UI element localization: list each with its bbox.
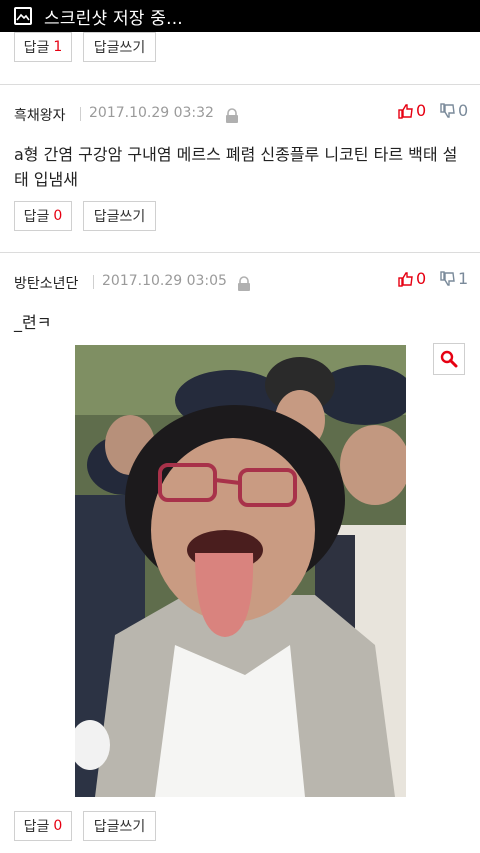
write-reply-label: 답글쓰기 bbox=[93, 40, 146, 56]
upvote-button[interactable]: 0 bbox=[398, 101, 426, 120]
reply-button[interactable]: 답글 0 bbox=[14, 811, 72, 841]
search-icon bbox=[440, 350, 458, 368]
upvote-count: 0 bbox=[416, 101, 427, 120]
comment-date: 2017.10.29 03:32 bbox=[89, 105, 214, 121]
divider bbox=[0, 84, 480, 85]
write-reply-label: 답글쓰기 bbox=[93, 819, 146, 835]
downvote-button[interactable]: 0 bbox=[440, 101, 468, 120]
separator bbox=[93, 275, 94, 289]
lock-icon[interactable] bbox=[237, 276, 251, 292]
status-bar: 스크린샷 저장 중... bbox=[0, 0, 480, 32]
write-reply-label: 답글쓰기 bbox=[93, 209, 146, 225]
divider bbox=[0, 252, 480, 253]
write-reply-button[interactable]: 답글쓰기 bbox=[83, 811, 156, 841]
write-reply-button[interactable]: 답글쓰기 bbox=[83, 32, 156, 62]
reply-label: 답글 bbox=[23, 40, 50, 56]
comment-date: 2017.10.29 03:05 bbox=[102, 273, 227, 289]
thumbs-up-icon bbox=[398, 103, 413, 119]
comment-author[interactable]: 흑채왕자 bbox=[14, 105, 66, 125]
thumbs-down-icon bbox=[440, 270, 455, 286]
thumbs-down-icon bbox=[440, 102, 455, 118]
separator bbox=[80, 107, 81, 121]
image-icon bbox=[14, 7, 32, 25]
downvote-count: 1 bbox=[458, 269, 469, 288]
reply-count: 0 bbox=[53, 818, 63, 834]
upvote-count: 0 bbox=[416, 269, 427, 288]
reply-count: 1 bbox=[53, 39, 63, 55]
reply-button[interactable]: 답글 0 bbox=[14, 201, 72, 231]
reply-button[interactable]: 답글 1 bbox=[14, 32, 72, 62]
downvote-button[interactable]: 1 bbox=[440, 269, 468, 288]
reply-label: 답글 bbox=[23, 209, 50, 225]
comment-image[interactable] bbox=[75, 345, 406, 797]
thumbs-up-icon bbox=[398, 271, 413, 287]
zoom-button[interactable] bbox=[433, 343, 465, 375]
reply-count: 0 bbox=[53, 208, 63, 224]
write-reply-button[interactable]: 답글쓰기 bbox=[83, 201, 156, 231]
comment-author[interactable]: 방탄소년단 bbox=[14, 273, 78, 293]
comment-text: a형 간염 구강암 구내염 메르스 폐렴 신종플루 니코틴 타르 백태 설태 입… bbox=[14, 145, 458, 189]
status-text: 스크린샷 저장 중... bbox=[44, 8, 183, 29]
upvote-button[interactable]: 0 bbox=[398, 269, 426, 288]
reply-label: 답글 bbox=[23, 819, 50, 835]
downvote-count: 0 bbox=[458, 101, 469, 120]
comment-text: _련ㅋ bbox=[14, 313, 52, 332]
lock-icon[interactable] bbox=[225, 108, 239, 124]
